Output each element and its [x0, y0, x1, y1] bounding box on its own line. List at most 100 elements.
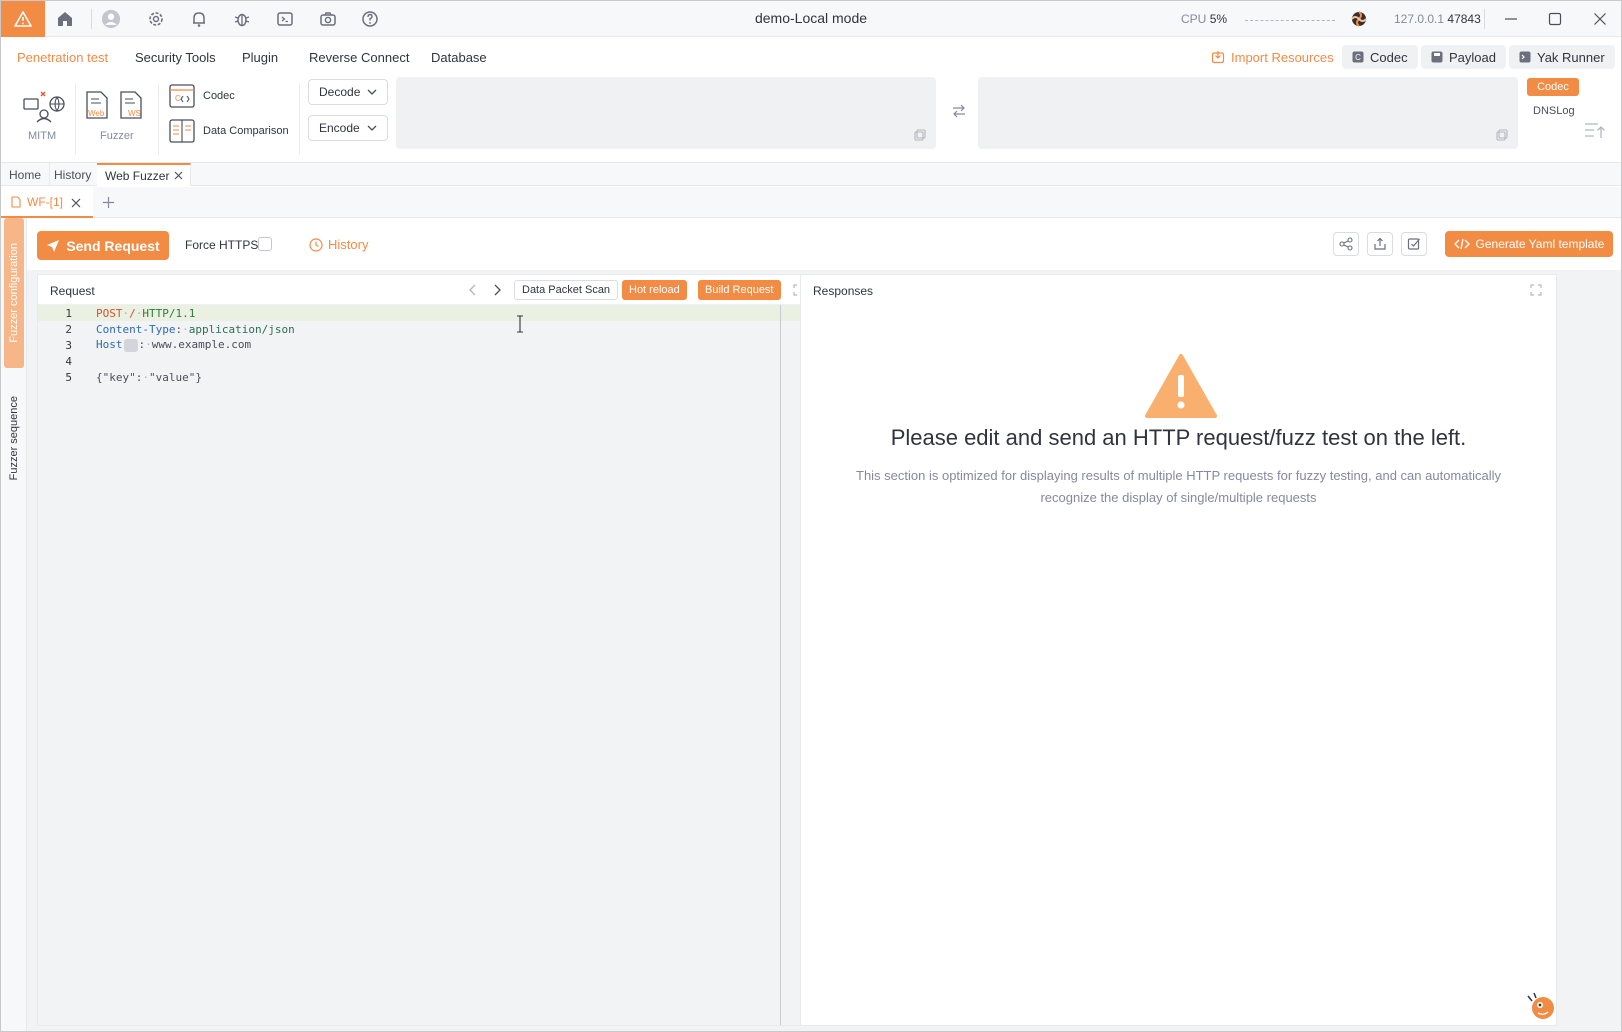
codec-top-label: Codec [1370, 49, 1408, 65]
data-comparison-label: Data Comparison [203, 125, 289, 137]
editor-ruler [780, 305, 781, 1025]
decode-select[interactable]: Decode [308, 79, 388, 105]
menu-penetration-test[interactable]: Penetration test [17, 50, 108, 65]
bug-icon[interactable] [232, 9, 252, 29]
decode-select-value: Decode [319, 85, 361, 99]
fuzzer-side-strip: Fuzzer configuration Fuzzer sequence [1, 218, 27, 1031]
app-logo[interactable] [1, 1, 45, 37]
chevron-left-icon[interactable] [468, 284, 478, 296]
export-button[interactable] [1367, 232, 1393, 256]
minimize-icon[interactable] [1499, 7, 1523, 31]
add-tab-icon[interactable] [102, 196, 115, 212]
bell-icon[interactable] [189, 9, 209, 29]
line-2-code: Content-Type:·application/json [96, 322, 295, 336]
line-number: 3 [65, 338, 72, 352]
request-panel-header: Request Data Packet Scan Hot reload Buil… [38, 275, 820, 305]
hot-reload-button[interactable]: Hot reload [622, 280, 687, 300]
close-tab-icon[interactable] [174, 171, 183, 180]
share-icon [1339, 237, 1353, 251]
code-line: 2 Content-Type:·application/json [38, 321, 820, 337]
line-number: 2 [65, 322, 72, 336]
copy-icon[interactable] [914, 129, 926, 141]
history-button[interactable]: History [309, 237, 368, 252]
code-icon [1453, 238, 1470, 250]
tab-home[interactable]: Home [1, 163, 51, 186]
responses-panel: Responses Please edit and send an HTTP r… [800, 274, 1557, 1026]
responses-panel-title: Responses [813, 284, 874, 298]
codec-top-button[interactable]: C Codec [1342, 45, 1418, 69]
terminal-icon[interactable] [275, 9, 295, 29]
request-panel: Request Data Packet Scan Hot reload Buil… [37, 274, 821, 1026]
menu-reverse-connect[interactable]: Reverse Connect [309, 50, 409, 65]
codec-output-area[interactable] [978, 77, 1518, 149]
tab-web-fuzzer[interactable]: Web Fuzzer [97, 163, 191, 186]
chevron-right-icon[interactable] [492, 284, 502, 296]
menu-security-tools[interactable]: Security Tools [135, 50, 216, 65]
data-comparison-tool-button[interactable]: Data Comparison [169, 119, 289, 143]
empty-state-title: Please edit and send an HTTP request/fuz… [890, 425, 1467, 450]
home-icon[interactable] [55, 9, 75, 29]
help-icon[interactable] [360, 9, 380, 29]
share-button[interactable] [1333, 232, 1359, 256]
request-editor[interactable]: 1 POST·/·HTTP/1.1 2 Content-Type:·applic… [38, 305, 820, 1025]
close-tab-icon[interactable] [71, 198, 81, 208]
send-request-label: Send Request [66, 237, 160, 254]
send-request-button[interactable]: Send Request [37, 231, 169, 260]
tool-ribbon: MITM Web WS Fuzzer C Codec Data Comparis… [1, 77, 1621, 163]
engine-status-icon[interactable] [1349, 9, 1369, 29]
user-avatar-icon[interactable] [101, 9, 121, 29]
cpu-value: 5% [1209, 12, 1228, 26]
copy-icon[interactable] [1496, 129, 1508, 141]
payload-top-button[interactable]: Payload [1421, 45, 1506, 69]
line-number: 1 [65, 306, 72, 320]
yak-runner-top-button[interactable]: Yak Runner [1509, 45, 1615, 69]
codec-input-area[interactable] [396, 77, 936, 149]
port-text: 47843 [1447, 12, 1481, 26]
close-window-icon[interactable] [1588, 7, 1612, 31]
side-codec-tab[interactable]: Codec [1527, 78, 1579, 96]
yak-runner-top-label: Yak Runner [1537, 49, 1605, 65]
send-icon [47, 239, 60, 252]
fuzzer-configuration-tab[interactable]: Fuzzer configuration [4, 218, 24, 368]
collapse-ribbon-icon[interactable] [1584, 122, 1606, 143]
tab-wf-1[interactable]: WF-[1] [1, 187, 93, 218]
cpu-label: CPU [1181, 12, 1207, 26]
ws-fuzzer-tool-button[interactable]: WS [119, 91, 143, 122]
generate-yaml-template-button[interactable]: Generate Yaml template [1445, 231, 1613, 257]
fuzzer-sequence-tab[interactable]: Fuzzer sequence [4, 383, 24, 493]
build-request-button[interactable]: Build Request [698, 280, 781, 300]
action-bar: Send Request Force HTTPS History Generat… [27, 218, 1621, 270]
data-packet-scan-button[interactable]: Data Packet Scan [514, 280, 619, 300]
responses-panel-header: Responses [801, 275, 1556, 305]
title-bar: demo-Local mode CPU 5% 127.0.0.1 47843 [1, 1, 1621, 37]
menu-database[interactable]: Database [431, 50, 487, 65]
encode-select[interactable]: Encode [308, 115, 388, 141]
web-fuzzer-main: Send Request Force HTTPS History Generat… [27, 218, 1621, 1031]
yak-mascot-icon[interactable] [1526, 991, 1556, 1021]
page-tabs: Home History Web Fuzzer [1, 163, 1621, 186]
maximize-icon[interactable] [1543, 7, 1567, 31]
swap-arrows-icon[interactable] [952, 104, 966, 121]
titlebar-divider [91, 9, 92, 29]
host-hint-icon[interactable] [123, 338, 138, 352]
clock-icon [309, 237, 323, 252]
mitm-tool-button[interactable] [23, 89, 65, 126]
generate-yaml-label: Generate Yaml template [1475, 237, 1605, 251]
fullscreen-icon[interactable] [1530, 284, 1542, 296]
yak-runner-icon [1519, 51, 1531, 63]
window-controls-divider [1484, 9, 1485, 29]
web-fuzzer-tool-button[interactable]: Web [85, 91, 109, 122]
menu-plugin[interactable]: Plugin [242, 50, 278, 65]
line-1-code: POST·/·HTTP/1.1 [96, 306, 196, 320]
codec-tool-button[interactable]: C Codec [169, 84, 235, 108]
tab-history[interactable]: History [46, 163, 101, 186]
fuzzer-sequence-label: Fuzzer sequence [8, 395, 20, 481]
import-resources-button[interactable]: Import Resources [1201, 45, 1344, 69]
web-badge: Web [88, 109, 105, 118]
export-icon [1374, 237, 1386, 250]
side-dnslog-tab[interactable]: DNSLog [1527, 102, 1579, 120]
force-https-checkbox[interactable] [258, 237, 272, 251]
import-button[interactable] [1401, 232, 1427, 256]
gear-icon[interactable] [146, 9, 166, 29]
camera-icon[interactable] [318, 9, 338, 29]
